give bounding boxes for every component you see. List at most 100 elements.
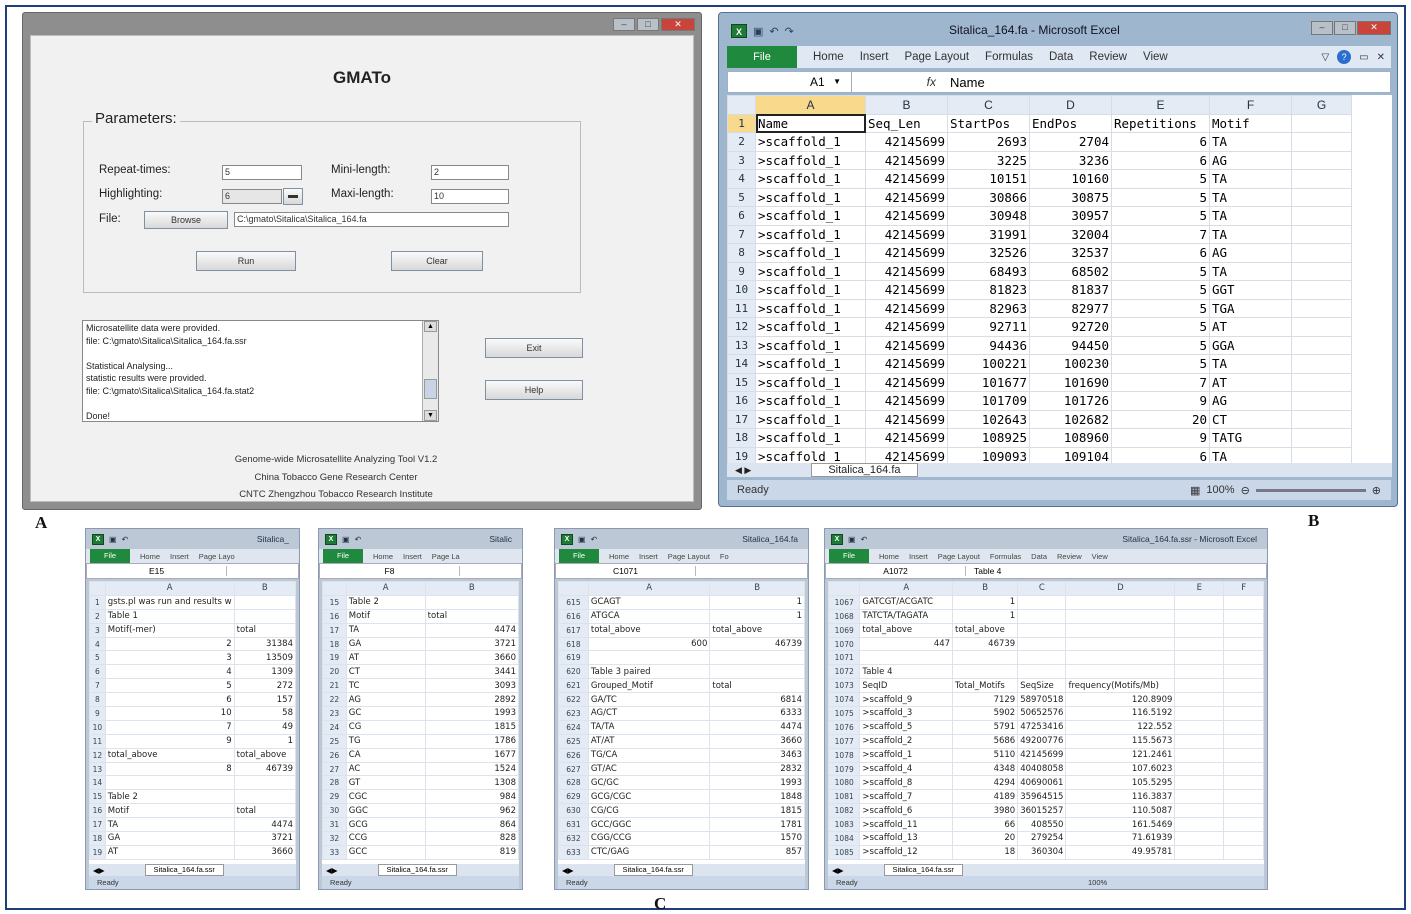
cell[interactable]: 5 [1111,206,1210,226]
cell[interactable]: 42145699 [865,243,948,263]
cell[interactable]: 81837 [1029,280,1112,300]
zoom-slider[interactable] [1255,488,1366,492]
cell[interactable]: 5791 [952,719,1019,735]
cell[interactable]: total_above [587,622,711,638]
row-header[interactable]: 3 [727,150,756,170]
cell[interactable] [1065,664,1176,680]
row-header[interactable]: 11 [89,733,106,749]
cell[interactable]: StartPos [947,113,1030,133]
sheet-tab[interactable]: Sitalica_164.fa.ssr [613,864,693,876]
cell[interactable]: 3721 [424,636,519,652]
column-header[interactable]: A [104,581,235,596]
cell[interactable] [1174,608,1225,624]
cell[interactable] [1017,650,1067,666]
column-header[interactable]: B [952,581,1019,596]
cell[interactable]: 408550 [1017,817,1067,833]
row-header[interactable]: 1068 [828,608,861,624]
cell[interactable]: >scaffold_1 [755,335,866,355]
cell[interactable]: >scaffold_1 [755,354,866,374]
chevron-down-icon[interactable]: ▼ [833,72,841,92]
cell[interactable]: 92720 [1029,317,1112,337]
tab-review[interactable]: Review [1089,51,1127,63]
cell[interactable]: >scaffold_7 [859,789,954,805]
row-header[interactable]: 15 [89,789,106,805]
cell[interactable]: AT [104,844,235,860]
cell[interactable] [1174,844,1225,860]
cell[interactable] [1291,409,1352,429]
cell[interactable]: GGC [345,803,426,819]
cell[interactable] [1174,831,1225,846]
ribbon-tab[interactable]: Page La [432,552,460,561]
cell[interactable]: 42145699 [865,409,948,429]
row-header[interactable]: 12 [89,747,106,763]
cell[interactable]: total_above [233,747,296,763]
cell[interactable]: >scaffold_1 [755,132,866,152]
row-header[interactable]: 15 [322,594,347,610]
ribbon-tab[interactable]: Home [609,552,629,561]
cell[interactable]: 819 [424,844,519,860]
fx-icon[interactable]: fx [852,75,942,89]
ribbon-collapse-icon[interactable]: ▽ [1321,52,1329,63]
row-header[interactable]: 8 [89,692,106,708]
cell[interactable]: 1570 [709,831,805,846]
column-header[interactable]: C [1017,581,1067,596]
row-header[interactable]: 621 [558,678,589,694]
cell[interactable]: TA [1209,261,1292,281]
cell[interactable]: TA [104,817,235,833]
cell[interactable]: 36015257 [1017,803,1067,819]
row-header[interactable]: 1072 [828,664,861,680]
ribbon-tab[interactable]: Insert [170,552,189,561]
row-header[interactable]: 1 [89,594,106,610]
cell[interactable]: 66 [952,817,1019,833]
cell[interactable]: CG/CG [587,803,711,819]
cell[interactable] [859,650,954,666]
row-header[interactable]: 617 [558,622,589,638]
cell[interactable]: 42145699 [865,391,948,411]
cell[interactable]: >scaffold_3 [859,706,954,721]
cell[interactable]: 49 [233,719,296,735]
cell[interactable] [1223,692,1264,708]
cell[interactable] [1291,187,1352,207]
sheet-nav-icon[interactable]: ◀▶ [93,866,105,875]
row-header[interactable]: 616 [558,608,589,624]
cell[interactable] [1174,664,1225,680]
cell[interactable]: 116.3837 [1065,789,1176,805]
cell[interactable]: TATG [1209,428,1292,448]
cell[interactable]: 58970518 [1017,692,1067,708]
cell[interactable] [1174,761,1225,777]
select-all-corner[interactable] [558,581,589,596]
cell[interactable]: 4474 [233,817,296,833]
row-header[interactable]: 4 [89,636,106,652]
cell[interactable]: 30957 [1029,206,1112,226]
highlighting-select[interactable]: 6 [222,189,282,204]
column-header[interactable]: A [587,581,711,596]
cell[interactable]: 984 [424,789,519,805]
ribbon-tab[interactable]: Page Layout [938,552,980,561]
cell[interactable]: TA [1209,206,1292,226]
cell[interactable]: 9 [1111,391,1210,411]
cell[interactable]: 5 [1111,298,1210,318]
cell[interactable] [1223,733,1264,749]
cell[interactable]: 360304 [1017,844,1067,860]
row-header[interactable]: 12 [727,317,756,337]
cell[interactable]: 100230 [1029,354,1112,374]
cell[interactable]: TATCTA/TAGATA [859,608,954,624]
cell[interactable]: GATCGT/ACGATC [859,594,954,610]
cell[interactable]: 5 [1111,280,1210,300]
row-header[interactable]: 1073 [828,678,861,694]
cell[interactable] [1223,817,1264,833]
worksheet-grid[interactable]: A B 15 Table 2 16 Motif total 17 TA 4474 18 GA 3721 1… [322,581,519,864]
cell[interactable]: 5 [1111,169,1210,189]
cell[interactable] [1174,706,1225,721]
ribbon-tab[interactable]: Formulas [990,552,1021,561]
cell[interactable]: 6 [104,692,235,708]
cell[interactable]: 5 [1111,354,1210,374]
column-header[interactable]: B [233,581,296,596]
cell[interactable]: >scaffold_1 [755,372,866,392]
cell[interactable]: 6814 [709,692,805,708]
cell[interactable]: 108925 [947,428,1030,448]
row-header[interactable]: 4 [727,169,756,189]
cell[interactable]: 5 [1111,187,1210,207]
row-header[interactable]: 17 [89,817,106,833]
cell[interactable]: 3225 [947,150,1030,170]
